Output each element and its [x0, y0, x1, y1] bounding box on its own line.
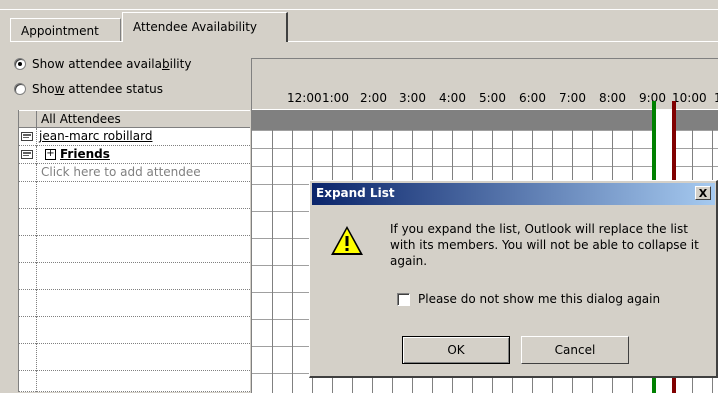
- radio-label-status: Show attendee status: [32, 82, 164, 96]
- top-frame-edge: [0, 0, 718, 10]
- distribution-list-name[interactable]: Friends: [60, 147, 110, 161]
- radio-button-unchecked[interactable]: [14, 83, 26, 95]
- distribution-list-entry[interactable]: + Friends: [45, 147, 110, 161]
- expand-list-dialog: Expand List X If you expand the list, Ou…: [309, 180, 718, 378]
- empty-row[interactable]: [19, 209, 250, 236]
- empty-row[interactable]: [19, 290, 250, 317]
- dialog-title: Expand List: [316, 186, 395, 200]
- warning-icon: [331, 226, 363, 255]
- attendee-icon-cell: [19, 236, 37, 263]
- dialog-title-bar[interactable]: Expand List X: [312, 183, 715, 205]
- time-label: 2:00: [360, 91, 387, 105]
- combined-busy-band: [252, 110, 718, 130]
- grid-row-line: [252, 166, 718, 167]
- empty-row[interactable]: [19, 182, 250, 209]
- tab-appointment[interactable]: Appointment: [10, 18, 121, 42]
- header-icon-cell: [19, 111, 37, 129]
- meeting-request-icon[interactable]: [21, 150, 33, 159]
- time-label: 1:00: [322, 91, 349, 105]
- add-attendee-placeholder[interactable]: Click here to add attendee: [41, 165, 201, 179]
- empty-row[interactable]: [19, 263, 250, 290]
- attendee-icon-cell: [19, 209, 37, 236]
- time-label: 1: [714, 91, 718, 105]
- radio-show-status[interactable]: Show attendee status: [14, 81, 163, 97]
- checkbox-label: Please do not show me this dialog again: [418, 292, 661, 306]
- attendee-icon-cell: [19, 371, 37, 392]
- attendee-icon-cell: [19, 317, 37, 344]
- cancel-button[interactable]: Cancel: [521, 336, 629, 364]
- empty-row[interactable]: [19, 371, 250, 392]
- grid-row-line: [252, 130, 718, 131]
- attendee-list-header[interactable]: All Attendees: [19, 110, 250, 129]
- add-attendee-row[interactable]: Click here to add attendee: [19, 164, 250, 182]
- time-label: 4:00: [439, 91, 466, 105]
- attendee-icon-cell: [19, 164, 37, 182]
- checkbox-box[interactable]: [397, 292, 410, 306]
- attendee-icon-cell[interactable]: [19, 128, 37, 146]
- meeting-request-icon[interactable]: [21, 132, 33, 141]
- attendee-row[interactable]: jean-marc robillard: [19, 128, 250, 146]
- attendee-list: All Attendees jean-marc robillard + Frien…: [18, 110, 250, 392]
- time-label: 10:00: [672, 91, 707, 105]
- attendee-icon-cell: [19, 182, 37, 209]
- tab-divider: [10, 41, 718, 42]
- time-label: 6:00: [519, 91, 546, 105]
- close-icon[interactable]: X: [695, 186, 711, 200]
- time-label: 8:00: [599, 91, 626, 105]
- time-label: 7:00: [559, 91, 586, 105]
- radio-button-checked[interactable]: [14, 58, 26, 70]
- attendee-icon-cell[interactable]: [19, 146, 37, 164]
- time-label: 5:00: [479, 91, 506, 105]
- attendee-icon-cell: [19, 290, 37, 317]
- time-label: 3:00: [399, 91, 426, 105]
- empty-row[interactable]: [19, 236, 250, 263]
- time-label: 12:00: [287, 91, 322, 105]
- attendee-row[interactable]: + Friends: [19, 146, 250, 164]
- grid-column-line: [272, 110, 273, 393]
- tab-attendee-availability[interactable]: Attendee Availability: [122, 12, 288, 42]
- grid-row-line: [252, 148, 718, 149]
- empty-row[interactable]: [19, 344, 250, 371]
- ok-button[interactable]: OK: [402, 336, 510, 364]
- attendee-icon-cell: [19, 263, 37, 290]
- dont-show-again-checkbox[interactable]: Please do not show me this dialog again: [397, 292, 660, 306]
- dialog-message: If you expand the list, Outlook will rep…: [390, 222, 699, 268]
- grid-column-line: [292, 110, 293, 393]
- expand-plus-icon[interactable]: +: [45, 149, 56, 160]
- time-header: 12:00 1:00 2:00 3:00 4:00 5:00 6:00 7:00…: [252, 59, 718, 109]
- attendee-icon-cell: [19, 344, 37, 371]
- radio-label-availability: Show attendee availability: [32, 57, 192, 71]
- attendee-name[interactable]: jean-marc robillard: [39, 129, 152, 143]
- radio-show-availability[interactable]: Show attendee availability: [14, 56, 191, 72]
- header-label: All Attendees: [41, 112, 121, 126]
- empty-row[interactable]: [19, 317, 250, 344]
